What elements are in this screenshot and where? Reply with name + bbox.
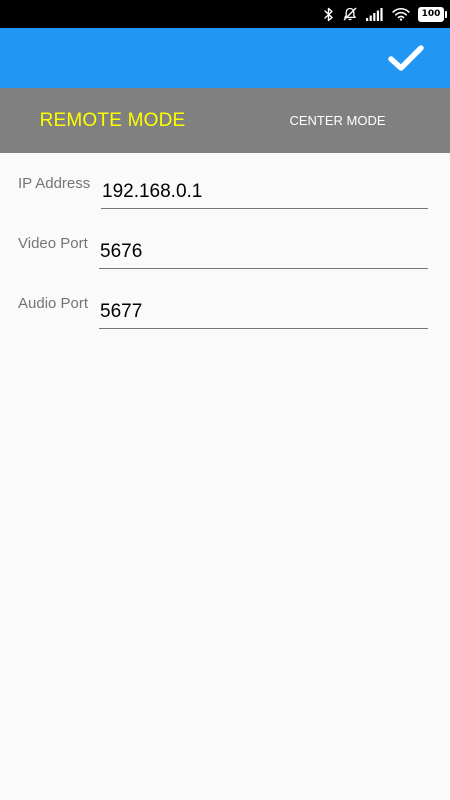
audio-port-label: Audio Port (18, 295, 89, 312)
wifi-icon (392, 7, 410, 21)
mode-tabs: REMOTE MODE CENTER MODE (0, 88, 450, 153)
video-port-label: Video Port (18, 235, 88, 252)
video-port-row: Video Port (0, 223, 450, 283)
signal-icon (366, 7, 384, 21)
video-port-field-wrap (99, 236, 428, 269)
check-icon (388, 45, 424, 71)
battery-level: 100 (421, 8, 441, 19)
ip-address-field-wrap (101, 176, 428, 209)
tab-center-mode[interactable]: CENTER MODE (225, 88, 450, 153)
ip-address-row: IP Address (0, 163, 450, 223)
tab-remote-mode-label: REMOTE MODE (39, 109, 186, 131)
audio-port-field[interactable] (99, 296, 428, 328)
video-port-field[interactable] (99, 236, 428, 268)
ip-address-field[interactable] (101, 176, 428, 208)
audio-port-field-wrap (99, 296, 428, 329)
ip-address-label: IP Address (18, 175, 91, 192)
notifications-off-icon (342, 6, 358, 22)
app-bar (0, 28, 450, 88)
tab-center-mode-label: CENTER MODE (289, 113, 386, 128)
status-bar: 100 (0, 0, 450, 28)
tab-remote-mode[interactable]: REMOTE MODE (0, 88, 225, 153)
audio-port-row: Audio Port (0, 283, 450, 343)
bluetooth-icon (324, 7, 334, 22)
confirm-button[interactable] (386, 38, 426, 78)
battery-icon: 100 (418, 6, 447, 22)
status-icons: 100 (324, 5, 447, 23)
